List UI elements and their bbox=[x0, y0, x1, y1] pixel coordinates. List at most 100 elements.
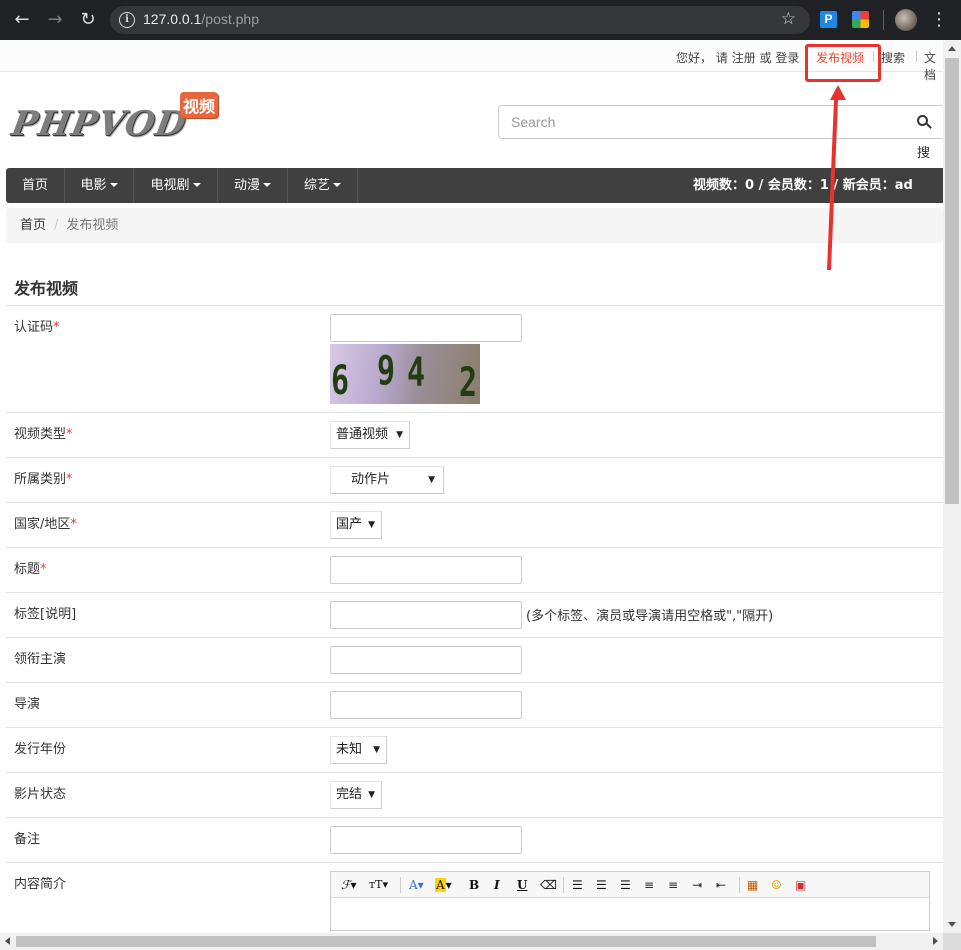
underline-icon[interactable]: U bbox=[517, 876, 527, 894]
link-divider bbox=[916, 51, 917, 62]
profile-avatar[interactable] bbox=[895, 9, 917, 31]
info-icon[interactable]: i bbox=[119, 12, 135, 28]
reload-icon[interactable]: ↻ bbox=[76, 8, 100, 32]
scroll-down-icon[interactable] bbox=[948, 922, 956, 927]
indent-icon[interactable]: ⇥ bbox=[692, 876, 702, 894]
year-select[interactable]: 未知 ▼ bbox=[330, 736, 387, 764]
horizontal-scrollbar[interactable] bbox=[0, 933, 943, 950]
nav-item-tv[interactable]: 电视剧 bbox=[134, 168, 218, 203]
forward-arrow-icon[interactable]: → bbox=[43, 8, 67, 32]
captcha-label: 认证码* bbox=[14, 316, 60, 335]
vertical-scrollbar[interactable] bbox=[943, 40, 961, 933]
nav-item-movies[interactable]: 电影 bbox=[65, 168, 134, 203]
align-left-icon[interactable]: ☰ bbox=[572, 876, 583, 894]
select-value: 动作片 bbox=[351, 472, 391, 487]
scrollbar-thumb[interactable] bbox=[16, 936, 876, 947]
font-family-icon[interactable]: ℱ▾ bbox=[341, 876, 356, 894]
title-input[interactable] bbox=[330, 556, 522, 584]
video-type-select[interactable]: 普通视频 ▼ bbox=[330, 421, 410, 449]
captcha-char: 9 bbox=[377, 348, 396, 394]
search-link[interactable]: 搜索 bbox=[881, 49, 905, 66]
status-select[interactable]: 完结 ▼ bbox=[330, 781, 382, 809]
actors-input[interactable] bbox=[330, 646, 522, 674]
country-label: 国家/地区* bbox=[14, 513, 77, 532]
label-text: 所属类别 bbox=[14, 472, 67, 487]
form-row-video-type: 视频类型* 普通视频 ▼ bbox=[6, 413, 943, 458]
category-select[interactable]: 动作片 ▼ bbox=[330, 466, 444, 494]
scroll-left-icon[interactable] bbox=[5, 937, 10, 945]
image-icon[interactable]: ▦ bbox=[747, 876, 758, 894]
docs-link[interactable]: 文档 bbox=[924, 49, 943, 83]
align-center-icon[interactable]: ☰ bbox=[596, 876, 607, 894]
scrollbar-thumb[interactable] bbox=[945, 58, 959, 504]
emoticon-icon[interactable]: ☺ bbox=[771, 876, 782, 894]
annotation-highlight-box bbox=[805, 44, 881, 82]
captcha-char: 6 bbox=[331, 358, 350, 404]
tool-label: ℱ bbox=[341, 878, 351, 892]
unordered-list-icon[interactable]: ≡ bbox=[668, 876, 678, 894]
login-link[interactable]: 登录 bbox=[775, 51, 799, 65]
outdent-icon[interactable]: ⇤ bbox=[716, 876, 726, 894]
breadcrumb: 首页 / 发布视频 bbox=[6, 208, 943, 243]
fullscreen-icon[interactable]: ▣ bbox=[795, 876, 806, 894]
scroll-right-icon[interactable] bbox=[933, 937, 938, 945]
dropdown-arrow-icon: ▼ bbox=[368, 520, 375, 530]
required-mark: * bbox=[66, 427, 73, 442]
caret-down-icon bbox=[192, 183, 201, 187]
nav-label: 动漫 bbox=[233, 178, 260, 193]
rich-text-editor[interactable]: ℱ▾ тT▾ A▾ A▾ B I U ⌫ ☰ ☰ ☰ ≡ ≡ ⇥ ⇤ ▦ ☺ ▣ bbox=[330, 871, 930, 931]
address-bar[interactable]: i 127.0.0.1/post.php ☆ bbox=[110, 6, 810, 34]
captcha-input[interactable] bbox=[330, 314, 522, 342]
search-input[interactable]: Search bbox=[498, 105, 906, 139]
select-value: 国产 bbox=[336, 517, 363, 532]
toolbar-divider bbox=[883, 10, 884, 30]
search-button-label: 搜 bbox=[917, 146, 931, 161]
nav-label: 电视剧 bbox=[150, 178, 190, 193]
site-logo[interactable]: PHPVOD bbox=[8, 104, 189, 144]
extension-color-icon[interactable] bbox=[852, 11, 869, 28]
tags-input[interactable] bbox=[330, 601, 522, 629]
breadcrumb-separator: / bbox=[54, 218, 59, 233]
greeting-text: 您好， bbox=[676, 51, 713, 65]
caret-down-icon bbox=[333, 183, 341, 187]
back-color-icon[interactable]: A▾ bbox=[435, 876, 452, 894]
form-row-director: 导演 bbox=[6, 683, 943, 728]
remove-format-icon[interactable]: ⌫ bbox=[540, 876, 557, 894]
form-row-captcha: 认证码* 6 9 4 2 bbox=[6, 306, 943, 413]
url-host: 127.0.0.1 bbox=[143, 11, 202, 27]
top-user-bar: 您好， 请 注册 或 登录 发布视频 搜索 文档 bbox=[0, 40, 943, 82]
nav-label: 首页 bbox=[21, 178, 48, 193]
ordered-list-icon[interactable]: ≡ bbox=[644, 876, 654, 894]
tool-label: тT bbox=[369, 878, 383, 891]
extension-p-icon[interactable]: P bbox=[820, 11, 837, 28]
italic-icon[interactable]: I bbox=[494, 876, 500, 894]
required-mark: * bbox=[70, 517, 77, 532]
logo-badge: 视频 bbox=[180, 92, 219, 118]
tags-label: 标签[说明] bbox=[14, 607, 77, 622]
category-label: 所属类别* bbox=[14, 468, 73, 487]
bookmark-star-icon[interactable]: ☆ bbox=[781, 9, 796, 29]
breadcrumb-current: 发布视频 bbox=[66, 218, 119, 233]
director-input[interactable] bbox=[330, 691, 522, 719]
font-color-icon[interactable]: A▾ bbox=[409, 876, 424, 894]
scroll-up-icon[interactable] bbox=[948, 46, 956, 51]
tags-hint: (多个标签、演员或导演请用空格或","隔开) bbox=[526, 609, 774, 624]
breadcrumb-home[interactable]: 首页 bbox=[20, 218, 46, 233]
nav-item-variety[interactable]: 综艺 bbox=[288, 168, 358, 203]
url-path: /post.php bbox=[201, 11, 259, 27]
form-row-actors: 领衔主演 bbox=[6, 638, 943, 683]
search-button[interactable]: 搜 bbox=[905, 105, 943, 161]
register-link[interactable]: 注册 bbox=[732, 51, 756, 65]
captcha-image[interactable]: 6 9 4 2 bbox=[330, 344, 480, 404]
url-text[interactable]: 127.0.0.1/post.php bbox=[143, 11, 259, 27]
country-select[interactable]: 国产 ▼ bbox=[330, 511, 382, 539]
notes-input[interactable] bbox=[330, 826, 522, 854]
align-right-icon[interactable]: ☰ bbox=[620, 876, 631, 894]
nav-item-anime[interactable]: 动漫 bbox=[218, 168, 288, 203]
nav-item-home[interactable]: 首页 bbox=[6, 168, 65, 203]
title-label: 标题* bbox=[14, 558, 47, 577]
back-arrow-icon[interactable]: ← bbox=[10, 8, 34, 32]
bold-icon[interactable]: B bbox=[469, 876, 479, 894]
menu-dots-icon[interactable]: ⋮ bbox=[930, 8, 948, 32]
font-size-icon[interactable]: тT▾ bbox=[369, 876, 388, 894]
